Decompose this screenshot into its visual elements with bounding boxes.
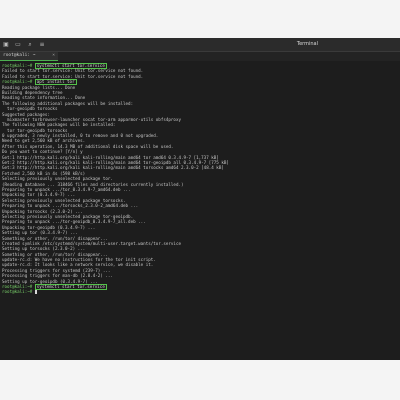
title-bar: ▣ ▭ ⌕ ≡ Terminal bbox=[0, 38, 400, 52]
terminal-line: root@kali:~# bbox=[2, 289, 398, 295]
terminal-window: ▣ ▭ ⌕ ≡ Terminal root@kali: ~ × root@kal… bbox=[0, 38, 400, 360]
close-icon[interactable]: × bbox=[52, 52, 55, 60]
new-tab-icon[interactable]: ▭ bbox=[14, 40, 22, 49]
page-background-bottom bbox=[0, 360, 400, 400]
text-cursor bbox=[34, 290, 37, 295]
window-title: Terminal bbox=[296, 41, 318, 47]
search-icon[interactable]: ⌕ bbox=[26, 40, 34, 49]
terminal-tab-label: root@kali: ~ bbox=[3, 53, 36, 58]
shell-prompt: root@kali:~# bbox=[2, 63, 35, 68]
terminal-output[interactable]: root@kali:~# systemctl start tor.service… bbox=[2, 63, 398, 358]
title-bar-icons: ▣ ▭ ⌕ ≡ bbox=[2, 40, 46, 49]
tab-bar: root@kali: ~ × bbox=[0, 52, 400, 61]
shell-prompt: root@kali:~# bbox=[2, 284, 35, 290]
terminal-tab[interactable]: root@kali: ~ × bbox=[0, 52, 58, 61]
shell-command: systemctl start tor.service bbox=[34, 284, 107, 291]
shell-prompt: root@kali:~# bbox=[2, 79, 35, 85]
terminal-menu-icon[interactable]: ▣ bbox=[2, 40, 10, 49]
page-background-top bbox=[0, 0, 400, 38]
menu-icon[interactable]: ≡ bbox=[38, 40, 46, 49]
shell-prompt: root@kali:~# bbox=[2, 289, 35, 295]
